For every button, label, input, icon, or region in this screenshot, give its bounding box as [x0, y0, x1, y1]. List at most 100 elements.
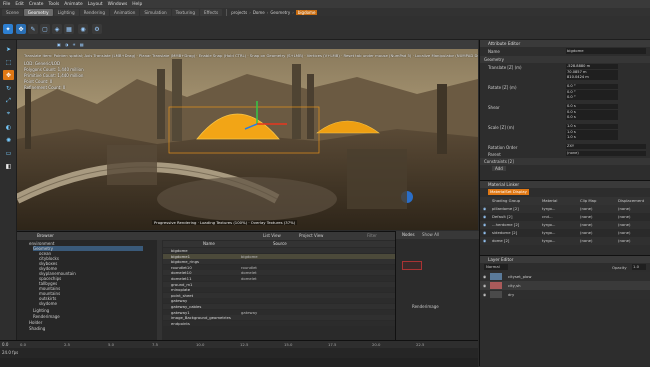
project-view-button[interactable]: Project View [299, 233, 323, 238]
menu-edit[interactable]: Edit [15, 2, 24, 7]
table-row[interactable]: bigdome1 bigdome [163, 253, 395, 259]
attribute-value-field[interactable]: 0.0 ° [566, 95, 618, 100]
table-row[interactable]: domelet10 domelet [163, 270, 395, 276]
camera-icon[interactable]: ⚙ [92, 24, 102, 34]
layer-row[interactable]: ◉ cityset_plow [480, 272, 650, 281]
material-row[interactable]: ...herdome [2] tyrgo... (none) (none) ◉ [480, 221, 650, 229]
breadcrumb-selected[interactable]: bigdome [295, 9, 318, 15]
render-node[interactable] [402, 261, 422, 270]
visibility-icon[interactable]: ◉ [483, 206, 486, 211]
breadcrumb-dome[interactable]: Dome [253, 10, 265, 15]
camera-icon[interactable]: ◐ [3, 122, 14, 132]
geometry-section[interactable]: Geometry [480, 56, 650, 63]
menu-layout[interactable]: Layout [88, 2, 103, 7]
rotate-icon[interactable]: ↻ [3, 83, 14, 93]
list-view-button[interactable]: List View [263, 233, 281, 238]
menu-animate[interactable]: Animate [64, 2, 82, 7]
lighting-icon[interactable]: ☀ [72, 42, 76, 47]
table-row[interactable]: bigdome_rings [163, 259, 395, 265]
view-mode-icon[interactable]: ▣ [57, 42, 61, 47]
menu-windows[interactable]: Windows [108, 2, 128, 7]
material-row[interactable]: sidedome [2] tyrgo... (none) (none) ◉ [480, 229, 650, 237]
breadcrumb-geometry[interactable]: Geometry [270, 10, 290, 15]
table-row[interactable]: gateway1 gateway [163, 309, 395, 315]
visibility-icon[interactable]: ◉ [483, 222, 486, 227]
attribute-value-field[interactable]: 1.0 s [566, 135, 618, 140]
eye-icon[interactable]: ◉ [483, 292, 486, 297]
parent-field[interactable]: (none) [566, 151, 646, 156]
materialset-tab[interactable]: MaterialSet Display [488, 189, 529, 195]
column-name[interactable]: Name [203, 241, 215, 246]
menu-help[interactable]: Help [132, 2, 142, 7]
attribute-value-field[interactable]: 0.0 s [566, 104, 618, 109]
grid-tool-icon[interactable]: ▦ [64, 24, 74, 34]
layer-row[interactable]: ◉ dry [480, 290, 650, 299]
table-row[interactable]: point_sheet [163, 292, 395, 298]
light-icon[interactable]: ✺ [3, 135, 14, 145]
breadcrumb-root[interactable]: projects [231, 10, 247, 15]
table-row[interactable]: domelet11 domelet [163, 276, 395, 281]
table-row[interactable]: ground_m1 [163, 281, 395, 287]
table-row[interactable]: bigdome [163, 248, 395, 253]
attribute-value-field[interactable]: 0.0 s [566, 115, 618, 120]
visibility-icon[interactable]: ◉ [483, 238, 486, 243]
attribute-value-field[interactable]: 70.0857 m [566, 69, 618, 75]
scale-icon[interactable]: ⤢ [3, 96, 14, 106]
show-all-button[interactable]: Show All [422, 232, 439, 237]
node-label[interactable]: Renderimage [412, 304, 439, 309]
nodes-tab[interactable]: Nodes [402, 232, 415, 237]
blend-mode-select[interactable]: Normal [484, 264, 508, 270]
menu-tools[interactable]: Tools [48, 2, 59, 7]
menu-file[interactable]: File [3, 2, 10, 7]
snap-icon[interactable]: ⌖ [3, 109, 14, 119]
tab-lighting[interactable]: Lighting [53, 8, 79, 16]
tab-scene[interactable]: Scene [2, 8, 23, 16]
material-row[interactable]: dome [2] tyrgo... (none) (none) ◉ [480, 237, 650, 245]
timeline[interactable]: 0.0 2.5 5.0 7.5 10.0 12.5 15.0 17.5 20.0 22.5 0.0… [0, 340, 478, 367]
tab-animation[interactable]: Animation [110, 8, 140, 16]
table-row[interactable]: gateway_cables [163, 304, 395, 309]
filter-label[interactable]: Filter [367, 233, 377, 238]
shading-icon[interactable]: ◑ [65, 42, 69, 47]
visibility-icon[interactable]: ◉ [483, 214, 486, 219]
select-icon[interactable]: ⬚ [3, 57, 14, 67]
attribute-value-field[interactable]: 0.0 ° [566, 84, 618, 89]
eye-icon[interactable]: ◉ [483, 283, 486, 288]
attribute-value-field[interactable]: 0.0 s [566, 109, 618, 115]
instance-tool-icon[interactable]: ◈ [52, 24, 62, 34]
material-row[interactable]: Default [2] cnd... (none) (none) ◉ [480, 213, 650, 221]
tab-effects[interactable]: Effects [200, 8, 223, 16]
tab-geometry[interactable]: Geometry [23, 8, 53, 16]
table-row[interactable]: endpoints [163, 320, 395, 326]
measure-icon[interactable]: ▭ [3, 148, 14, 158]
eye-icon[interactable]: ◉ [483, 274, 486, 279]
color-swatch-icon[interactable]: ◧ [3, 161, 14, 171]
opacity-field[interactable]: 1.0 [632, 264, 646, 270]
table-row[interactable]: roundlet10 roundlet [163, 264, 395, 270]
column-clip-map[interactable]: Clip Map [580, 198, 596, 203]
column-source[interactable]: Source [273, 241, 287, 246]
table-row[interactable]: minoplate [163, 287, 395, 293]
tab-rendering[interactable]: Rendering [79, 8, 109, 16]
attribute-value-field[interactable]: 0.0 ° [566, 89, 618, 95]
name-field[interactable]: bigdome [566, 48, 646, 54]
constraints-section[interactable]: Constraints [2] [480, 158, 650, 165]
scatter-tool-icon[interactable]: ▢ [40, 24, 50, 34]
table-row[interactable]: image_Background_geometries [163, 315, 395, 321]
tab-texturing[interactable]: Texturing [171, 8, 199, 16]
rotation-order-select[interactable]: ZXY [566, 144, 646, 149]
grid-icon[interactable]: ▦ [80, 42, 84, 47]
select-tool-icon[interactable]: ✦ [3, 24, 13, 34]
pointer-icon[interactable]: ➤ [3, 44, 14, 54]
visibility-icon[interactable]: ◉ [483, 230, 486, 235]
column-material[interactable]: Material [542, 198, 557, 203]
attribute-value-field[interactable]: 810.0424 m [566, 75, 618, 80]
3d-viewport[interactable]: Translate Item: Pointer: spatial; Axis T… [17, 49, 478, 230]
column-displacement[interactable]: Displacement [618, 198, 644, 203]
paint-tool-icon[interactable]: ✎ [28, 24, 38, 34]
translate-icon[interactable]: ✥ [3, 70, 14, 80]
attribute-value-field[interactable]: 1.0 s [566, 124, 618, 129]
attribute-value-field[interactable]: 1.0 s [566, 129, 618, 135]
render-icon[interactable]: ◉ [78, 24, 88, 34]
add-button[interactable]: Add [492, 166, 506, 171]
